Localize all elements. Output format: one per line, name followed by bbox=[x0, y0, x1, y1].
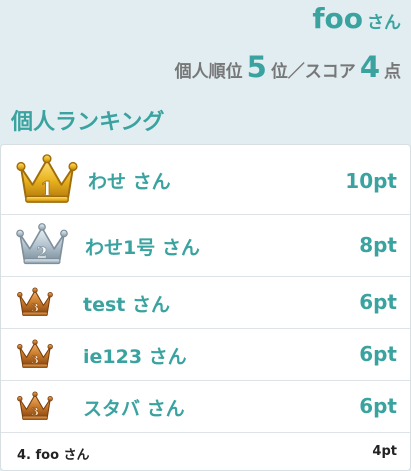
rank-badge-number: 3 bbox=[31, 301, 39, 315]
ranking-row: 3 ie123 さん 6pt bbox=[1, 329, 410, 381]
gold-crown-icon: 1 bbox=[16, 154, 78, 203]
user-name-display: foo さん bbox=[312, 2, 401, 35]
ranking-score: 10pt bbox=[345, 169, 397, 193]
ranking-name: わせ1号 さん bbox=[85, 237, 200, 259]
ranking-name: test さん bbox=[83, 294, 170, 316]
own-ranking-row: 4. foo さん 4pt bbox=[1, 433, 410, 471]
ranking-score: 6pt bbox=[359, 342, 397, 366]
rank-suffix: 位／スコア bbox=[270, 62, 356, 82]
rank-value: 5 bbox=[246, 50, 267, 84]
rank-badge-number: 1 bbox=[40, 177, 53, 200]
ranking-name: わせ さん bbox=[88, 171, 171, 193]
ranking-name: スタバ さん bbox=[83, 398, 185, 420]
ranking-list: 1 わせ さん 10pt 2 わせ1号 さん 8pt 3 test さん 6pt bbox=[0, 144, 411, 471]
silver-crown-icon: 2 bbox=[16, 223, 68, 265]
own-ranking-score: 4pt bbox=[372, 444, 397, 459]
section-title: 個人ランキング bbox=[11, 110, 165, 135]
ranking-score: 8pt bbox=[359, 233, 397, 257]
ranking-score: 6pt bbox=[359, 290, 397, 314]
ranking-score: 6pt bbox=[359, 394, 397, 418]
ranking-row: 2 わせ1号 さん 8pt bbox=[1, 215, 410, 277]
ranking-row: 3 スタバ さん 6pt bbox=[1, 381, 410, 433]
rank-prefix: 個人順位 bbox=[174, 62, 243, 82]
username-honorific: さん bbox=[367, 13, 401, 33]
personal-rank-summary: 個人順位 5 位／スコア 4 点 bbox=[175, 50, 401, 84]
score-suffix: 点 bbox=[384, 62, 401, 82]
rank-badge-number: 3 bbox=[31, 405, 39, 419]
rank-badge-number: 3 bbox=[31, 353, 39, 367]
score-value: 4 bbox=[359, 50, 380, 84]
username: foo bbox=[312, 2, 363, 35]
ranking-name: ie123 さん bbox=[83, 346, 187, 368]
ranking-row: 1 わせ さん 10pt bbox=[1, 145, 410, 215]
own-ranking-label: 4. foo さん bbox=[17, 448, 90, 463]
rank-badge-number: 2 bbox=[36, 243, 47, 262]
bronze-crown-icon: 3 bbox=[17, 287, 53, 316]
bronze-crown-icon: 3 bbox=[17, 391, 53, 420]
ranking-row: 3 test さん 6pt bbox=[1, 277, 410, 329]
bronze-crown-icon: 3 bbox=[17, 339, 53, 368]
